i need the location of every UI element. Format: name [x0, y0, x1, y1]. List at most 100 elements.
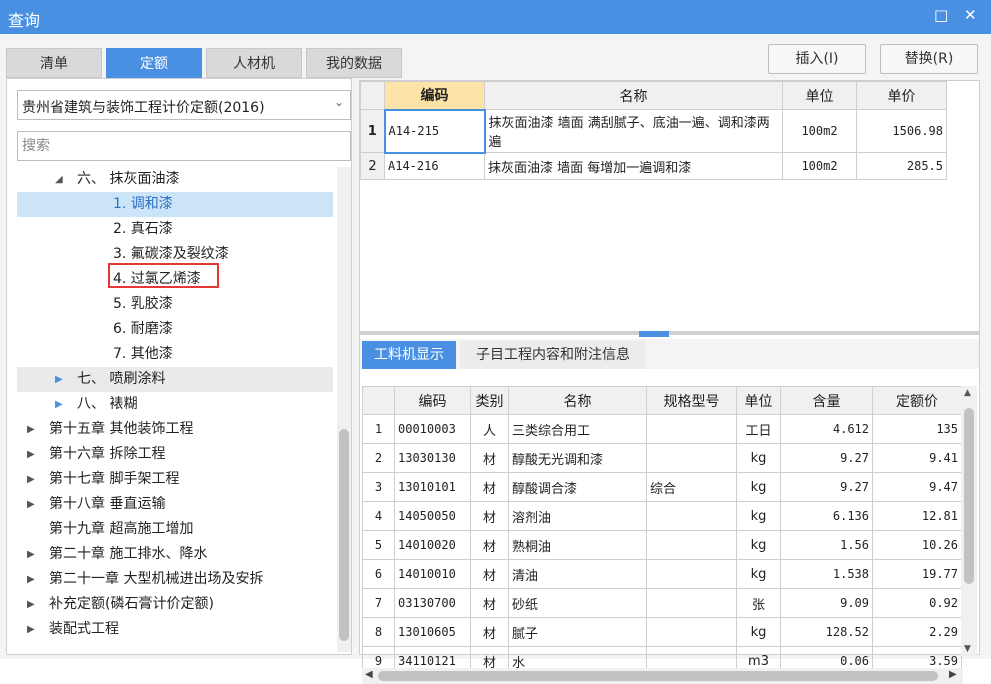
- material-unit-cell[interactable]: 工日: [736, 414, 781, 444]
- tree-item[interactable]: ◢ 六、 抹灰面油漆: [17, 167, 333, 192]
- tab-my-data[interactable]: 我的数据: [306, 48, 402, 78]
- materials-scrollbar-thumb[interactable]: [964, 408, 974, 584]
- quota-name-cell[interactable]: 抹灰面油漆 墙面 满刮腻子、底油一遍、调和漆两遍: [484, 109, 783, 153]
- material-type-cell[interactable]: 材: [470, 559, 509, 589]
- table-row[interactable]: 3 13010101 材醇酸调合漆 综合 kg 9.27 9.47: [362, 472, 962, 502]
- material-price-cell[interactable]: 12.81: [872, 501, 962, 531]
- material-code-cell[interactable]: 13030130: [394, 443, 471, 473]
- material-name-cell[interactable]: 醇酸无光调和漆: [508, 443, 647, 473]
- material-spec-cell[interactable]: [646, 559, 737, 589]
- splitter-handle[interactable]: [639, 331, 669, 337]
- tree-item[interactable]: ▶ 第二十章 施工排水、降水: [17, 542, 333, 567]
- tree-item[interactable]: 2. 真石漆: [17, 217, 333, 242]
- material-price-cell[interactable]: 9.47: [872, 472, 962, 502]
- material-quantity-cell[interactable]: 9.27: [780, 443, 873, 473]
- scroll-up-icon[interactable]: ▲: [964, 388, 971, 398]
- materials-hscrollbar-thumb[interactable]: [378, 671, 938, 681]
- material-price-cell[interactable]: 2.29: [872, 617, 962, 647]
- caret-right-icon[interactable]: ▶: [27, 442, 35, 467]
- material-type-cell[interactable]: 人: [470, 414, 509, 444]
- material-quantity-cell[interactable]: 6.136: [780, 501, 873, 531]
- material-code-cell[interactable]: 03130700: [394, 588, 471, 618]
- tab-list[interactable]: 清单: [6, 48, 102, 78]
- quota-code-cell[interactable]: A14-215: [383, 108, 486, 154]
- material-spec-cell[interactable]: [646, 588, 737, 618]
- tree-item[interactable]: ▶ 八、 裱糊: [17, 392, 333, 417]
- table-row[interactable]: 8 13010605 材腻子 kg 128.52 2.29: [362, 617, 962, 647]
- tree-item[interactable]: 第十九章 超高施工增加: [17, 517, 333, 542]
- column-header-name[interactable]: 名称: [508, 386, 647, 415]
- material-unit-cell[interactable]: kg: [736, 559, 781, 589]
- material-unit-cell[interactable]: kg: [736, 443, 781, 473]
- material-name-cell[interactable]: 砂纸: [508, 588, 647, 618]
- material-unit-cell[interactable]: kg: [736, 501, 781, 531]
- quota-library-select[interactable]: 贵州省建筑与装饰工程计价定额(2016) ⌄: [17, 90, 351, 120]
- column-header-quota-price[interactable]: 定额价: [872, 386, 962, 415]
- column-header-unit[interactable]: 单位: [736, 386, 781, 415]
- maximize-icon[interactable]: □: [934, 6, 948, 24]
- material-type-cell[interactable]: 材: [470, 472, 509, 502]
- table-row[interactable]: 2 A14-216 抹灰面油漆 墙面 每增加一遍调和漆 100m2 285.5: [360, 152, 947, 180]
- caret-right-icon[interactable]: ▶: [27, 592, 35, 617]
- tree-scrollbar[interactable]: [337, 167, 351, 652]
- caret-right-icon[interactable]: ▶: [27, 417, 35, 442]
- close-icon[interactable]: ✕: [964, 6, 977, 24]
- material-unit-cell[interactable]: kg: [736, 617, 781, 647]
- material-quantity-cell[interactable]: 1.56: [780, 530, 873, 560]
- material-unit-cell[interactable]: kg: [736, 472, 781, 502]
- tree-item[interactable]: 7. 其他漆: [17, 342, 333, 367]
- tab-labor-material-machine[interactable]: 人材机: [206, 48, 302, 78]
- table-row[interactable]: 1 A14-215 抹灰面油漆 墙面 满刮腻子、底油一遍、调和漆两遍 100m2…: [360, 108, 947, 154]
- material-price-cell[interactable]: 19.77: [872, 559, 962, 589]
- material-spec-cell[interactable]: [646, 530, 737, 560]
- column-header-unit[interactable]: 单位: [782, 81, 857, 110]
- material-name-cell[interactable]: 清油: [508, 559, 647, 589]
- materials-hscrollbar[interactable]: ◀ ▶: [362, 668, 963, 684]
- material-unit-cell[interactable]: kg: [736, 530, 781, 560]
- material-name-cell[interactable]: 三类综合用工: [508, 414, 647, 444]
- material-quantity-cell[interactable]: 4.612: [780, 414, 873, 444]
- quota-code-cell[interactable]: A14-216: [384, 152, 485, 180]
- material-spec-cell[interactable]: [646, 617, 737, 647]
- caret-right-icon[interactable]: ▶: [55, 367, 63, 392]
- material-price-cell[interactable]: 10.26: [872, 530, 962, 560]
- tree-item[interactable]: ▶ 第二十一章 大型机械进出场及安拆: [17, 567, 333, 592]
- tree-item[interactable]: ▶ 七、 喷刷涂料: [17, 367, 333, 392]
- material-spec-cell[interactable]: 综合: [646, 472, 737, 502]
- tab-quota[interactable]: 定额: [106, 48, 202, 78]
- material-quantity-cell[interactable]: 1.538: [780, 559, 873, 589]
- material-code-cell[interactable]: 14050050: [394, 501, 471, 531]
- quota-unit-cell[interactable]: 100m2: [782, 152, 857, 180]
- material-code-cell[interactable]: 00010003: [394, 414, 471, 444]
- column-header-quantity[interactable]: 含量: [780, 386, 873, 415]
- material-name-cell[interactable]: 醇酸调合漆: [508, 472, 647, 502]
- material-spec-cell[interactable]: [646, 443, 737, 473]
- material-type-cell[interactable]: 材: [470, 617, 509, 647]
- quota-price-cell[interactable]: 1506.98: [856, 109, 947, 153]
- table-row[interactable]: 2 13030130 材醇酸无光调和漆 kg 9.27 9.41: [362, 443, 962, 473]
- column-header-code[interactable]: 编码: [384, 81, 485, 110]
- quota-price-cell[interactable]: 285.5: [856, 152, 947, 180]
- material-type-cell[interactable]: 材: [470, 588, 509, 618]
- insert-button[interactable]: 插入(I): [768, 44, 866, 74]
- tree-item[interactable]: 1. 调和漆: [17, 192, 333, 217]
- tree-item[interactable]: ▶ 第十六章 拆除工程: [17, 442, 333, 467]
- quota-unit-cell[interactable]: 100m2: [782, 109, 857, 153]
- table-row[interactable]: 5 14010020 材熟桐油 kg 1.56 10.26: [362, 530, 962, 560]
- material-code-cell[interactable]: 13010605: [394, 617, 471, 647]
- search-input[interactable]: [17, 131, 351, 161]
- scroll-right-icon[interactable]: ▶: [949, 669, 957, 680]
- caret-right-icon[interactable]: ▶: [55, 392, 63, 417]
- material-unit-cell[interactable]: 张: [736, 588, 781, 618]
- table-row[interactable]: 1 00010003 人三类综合用工 工日 4.612 135: [362, 414, 962, 444]
- pane-splitter[interactable]: [360, 331, 979, 337]
- table-row[interactable]: 4 14050050 材溶剂油 kg 6.136 12.81: [362, 501, 962, 531]
- materials-scrollbar[interactable]: ▲ ▼: [961, 386, 977, 656]
- material-price-cell[interactable]: 9.41: [872, 443, 962, 473]
- column-header-type[interactable]: 类别: [470, 386, 509, 415]
- tree-item[interactable]: ▶ 补充定额(磷石膏计价定额): [17, 592, 333, 617]
- material-quantity-cell[interactable]: 128.52: [780, 617, 873, 647]
- quota-name-cell[interactable]: 抹灰面油漆 墙面 每增加一遍调和漆: [484, 152, 783, 180]
- caret-right-icon[interactable]: ▶: [27, 542, 35, 567]
- material-code-cell[interactable]: 14010020: [394, 530, 471, 560]
